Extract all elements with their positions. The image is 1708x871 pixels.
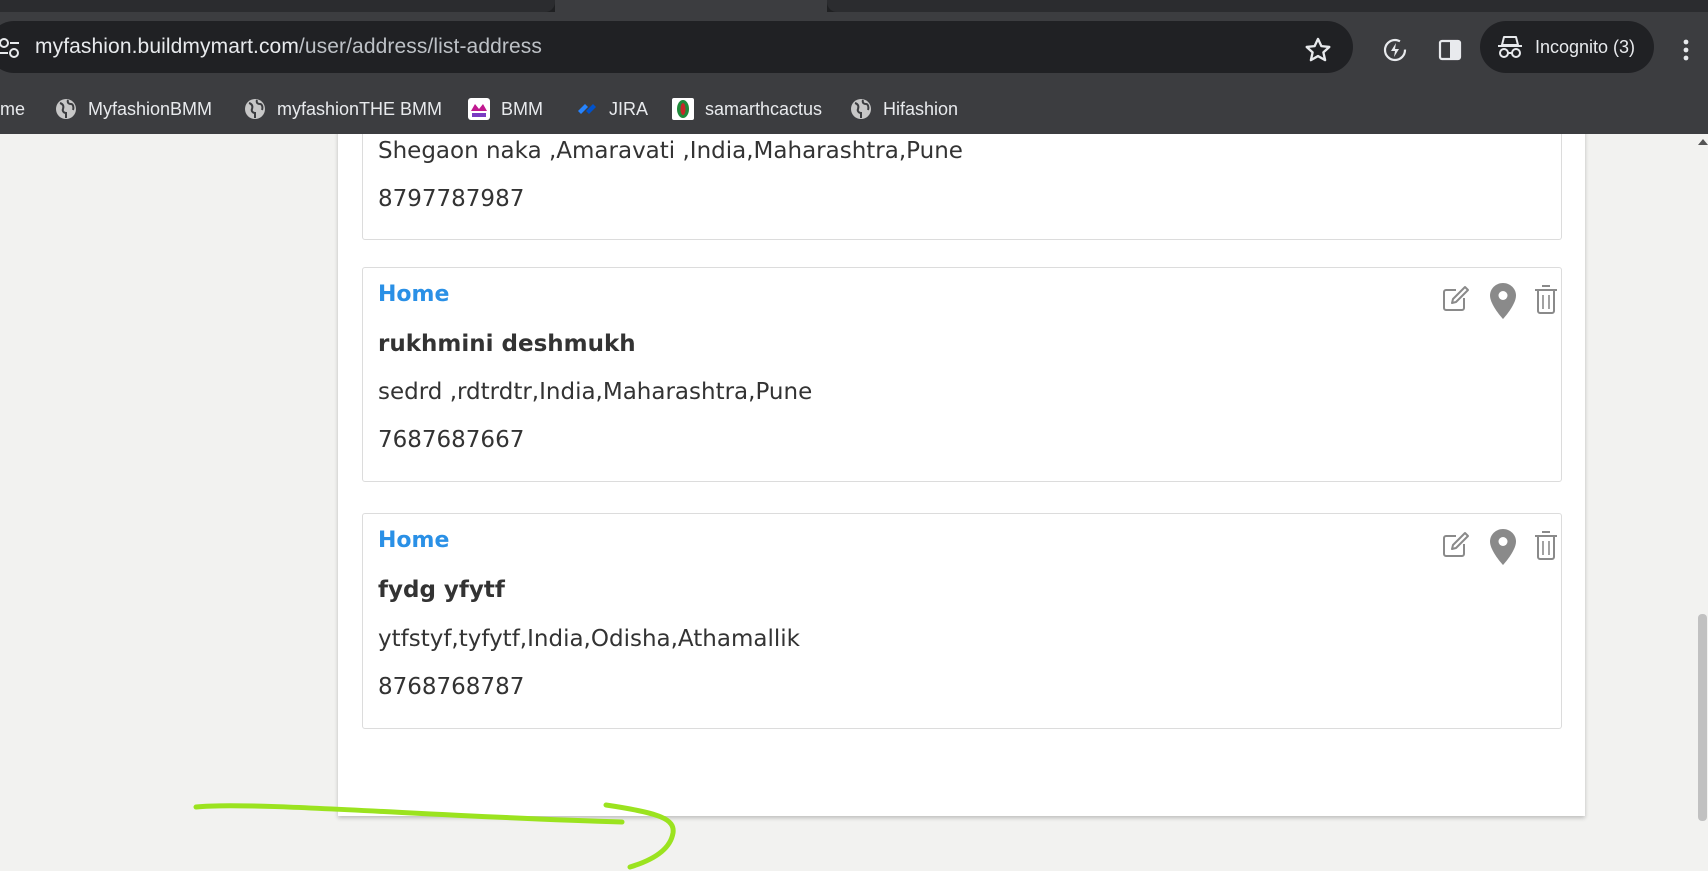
incognito-button[interactable]: Incognito (3) xyxy=(1480,21,1654,73)
bookmark-label: MyfashionBMM xyxy=(88,98,213,119)
card-actions xyxy=(1421,528,1561,568)
card-actions xyxy=(1421,282,1561,322)
kebab-menu-icon[interactable] xyxy=(1676,34,1696,66)
edit-icon[interactable] xyxy=(1441,284,1471,314)
address-card: Home rukhmini deshmukh sedrd ,rdtrdtr,In… xyxy=(362,267,1562,482)
bookmark-label: Hifashion xyxy=(883,98,959,119)
cactus-icon xyxy=(672,98,694,120)
incognito-icon xyxy=(1498,36,1522,58)
bookmark-label: BMM xyxy=(501,98,543,119)
url-path: /user/address/list-address xyxy=(298,35,542,58)
bookmark-item[interactable]: samarthcactus xyxy=(671,94,822,124)
phone-number: 8797787987 xyxy=(378,186,525,212)
bookmark-label: me xyxy=(0,98,26,119)
scroll-up-arrow-icon[interactable] xyxy=(1697,136,1708,148)
bookmark-label: samarthcactus xyxy=(705,98,823,119)
bookmark-item[interactable]: me xyxy=(0,94,25,124)
location-pin-icon[interactable] xyxy=(1488,528,1518,566)
globe-icon xyxy=(851,99,871,119)
page-scrollbar[interactable] xyxy=(1697,134,1708,871)
globe-icon xyxy=(245,99,265,119)
address-type-label: Home xyxy=(378,282,450,307)
bookmark-item[interactable]: JIRA xyxy=(575,94,648,124)
bookmark-label: myfashionTHE BMM xyxy=(277,98,443,119)
annotation-arrow xyxy=(193,802,676,870)
location-pin-icon[interactable] xyxy=(1488,282,1518,320)
incognito-label: Incognito (3) xyxy=(1535,37,1636,57)
edit-icon[interactable] xyxy=(1441,530,1471,560)
tab-strip xyxy=(0,0,1708,12)
tab-current[interactable] xyxy=(555,0,827,12)
address-list-panel: Shegaon naka ,Amaravati ,India,Maharasht… xyxy=(338,134,1585,816)
address-type-label: Home xyxy=(378,528,450,553)
globe-icon xyxy=(56,99,76,119)
address-line: ytfstyf,tyfytf,India,Odisha,Athamallik xyxy=(378,626,800,652)
side-panel-icon[interactable] xyxy=(1434,34,1466,66)
url-host: myfashion.buildmymart.com xyxy=(35,35,299,58)
address-line: Shegaon naka ,Amaravati ,India,Maharasht… xyxy=(378,138,963,164)
url-text[interactable]: myfashion.buildmymart.com/user/address/l… xyxy=(35,35,542,59)
bookmark-item[interactable]: BMM xyxy=(467,94,543,124)
page-content: Shegaon naka ,Amaravati ,India,Maharasht… xyxy=(0,134,1708,871)
bookmark-star-icon[interactable] xyxy=(1304,36,1332,64)
address-card: Home fydg yfytf ytfstyf,tyfytf,India,Odi… xyxy=(362,513,1562,729)
bookmark-item[interactable]: MyfashionBMM xyxy=(54,94,212,124)
address-bar[interactable]: myfashion.buildmymart.com/user/address/l… xyxy=(0,21,1353,73)
bookmark-label: JIRA xyxy=(609,98,649,119)
site-info-icon[interactable] xyxy=(0,37,20,59)
bmm-logo-icon xyxy=(468,98,490,120)
recipient-name: rukhmini deshmukh xyxy=(378,331,636,357)
scrollbar-thumb[interactable] xyxy=(1698,614,1707,821)
address-card: Shegaon naka ,Amaravati ,India,Maharasht… xyxy=(362,134,1562,240)
performance-icon[interactable] xyxy=(1379,34,1411,66)
tab-previous[interactable] xyxy=(0,0,555,12)
bookmark-item[interactable]: myfashionTHE BMM xyxy=(243,94,442,124)
recipient-name: fydg yfytf xyxy=(378,577,505,603)
bookmarks-bar: me MyfashionBMM myfashionTHE BMM BMM JIR… xyxy=(0,84,1708,134)
trash-icon[interactable] xyxy=(1533,283,1559,315)
phone-number: 7687687667 xyxy=(378,427,525,453)
phone-number: 8768768787 xyxy=(378,674,525,700)
address-line: sedrd ,rdtrdtr,India,Maharashtra,Pune xyxy=(378,379,813,405)
trash-icon[interactable] xyxy=(1533,529,1559,561)
bookmark-item[interactable]: Hifashion xyxy=(849,94,958,124)
tab-next[interactable] xyxy=(827,0,1708,12)
jira-icon xyxy=(578,104,596,114)
